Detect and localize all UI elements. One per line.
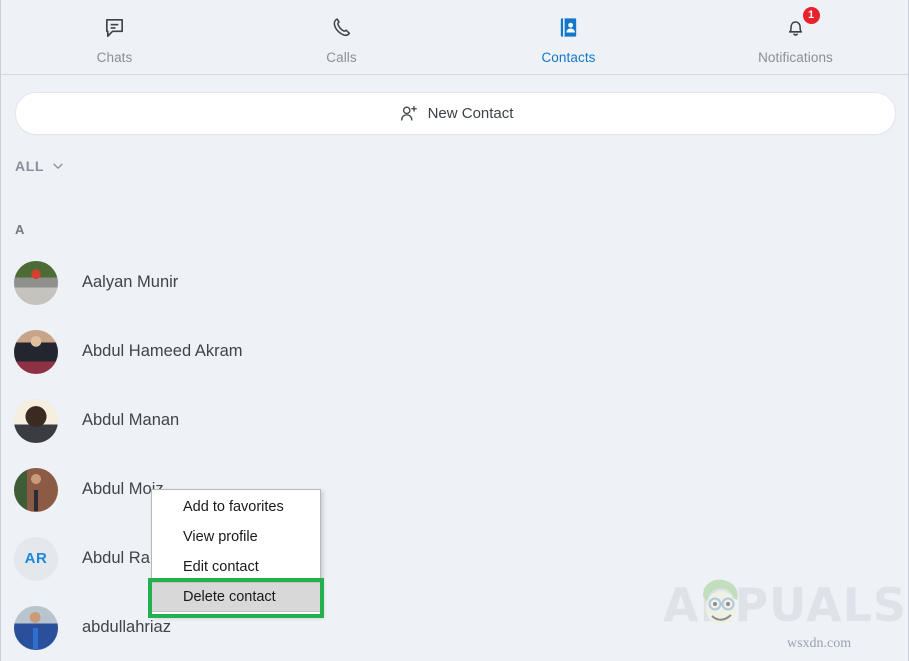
contact-row[interactable]: Aalyan Munir — [1, 248, 908, 317]
chat-bubble-icon — [100, 12, 130, 42]
phone-handset-icon — [327, 12, 357, 42]
contact-row[interactable]: Abdul Moiz — [1, 455, 908, 524]
nav-tab-calls-label: Calls — [326, 50, 357, 65]
contact-row[interactable]: AR Abdul Ra — [1, 524, 908, 593]
contact-name: Aalyan Munir — [82, 273, 179, 291]
contacts-list: Aalyan Munir Abdul Hameed Akram Abdul Ma… — [1, 248, 908, 661]
nav-tab-chats-label: Chats — [96, 50, 133, 65]
nav-tab-notifications[interactable]: 1 Notifications — [682, 0, 908, 75]
contact-name: Abdul Hameed Akram — [82, 342, 243, 360]
contact-row[interactable]: Abdul Manan — [1, 386, 908, 455]
avatar — [14, 398, 58, 443]
contact-name: Abdul Manan — [82, 411, 180, 429]
contacts-app-window: Chats Calls Contacts 1 Notifications New… — [0, 0, 909, 661]
contact-row[interactable]: Abdul Hameed Akram — [1, 317, 908, 386]
avatar — [14, 605, 58, 650]
notifications-badge: 1 — [802, 7, 820, 24]
avatar — [14, 329, 58, 374]
new-contact-label: New Contact — [427, 105, 514, 122]
avatar: AR — [14, 536, 58, 581]
contact-row[interactable]: abdullahriaz — [1, 593, 908, 661]
context-menu-item-delete-contact[interactable]: Delete contact — [152, 582, 320, 612]
top-navigation-bar: Chats Calls Contacts 1 Notifications — [1, 0, 908, 75]
new-contact-button[interactable]: New Contact — [15, 92, 896, 135]
contacts-section-header: A — [15, 222, 25, 237]
bell-icon: 1 — [781, 7, 820, 42]
nav-tab-calls[interactable]: Calls — [228, 0, 455, 75]
nav-tab-contacts-label: Contacts — [541, 50, 596, 65]
nav-tab-chats[interactable]: Chats — [1, 0, 228, 75]
context-menu-item-view-profile[interactable]: View profile — [152, 522, 320, 552]
nav-tab-notifications-label: Notifications — [758, 50, 833, 65]
contact-name: Abdul Ra — [82, 549, 150, 567]
context-menu-item-edit-contact[interactable]: Edit contact — [152, 552, 320, 582]
context-menu-item-add-to-favorites[interactable]: Add to favorites — [152, 492, 320, 522]
address-book-icon — [554, 12, 584, 42]
chevron-down-icon — [51, 159, 65, 173]
contact-name: abdullahriaz — [82, 618, 171, 636]
avatar — [14, 260, 58, 305]
contact-context-menu: Add to favorites View profile Edit conta… — [151, 489, 321, 616]
avatar — [14, 467, 58, 512]
person-add-icon — [398, 103, 419, 124]
nav-tab-contacts[interactable]: Contacts — [455, 0, 682, 75]
contacts-filter-dropdown[interactable]: ALL — [15, 158, 65, 174]
contacts-filter-label: ALL — [15, 158, 45, 174]
